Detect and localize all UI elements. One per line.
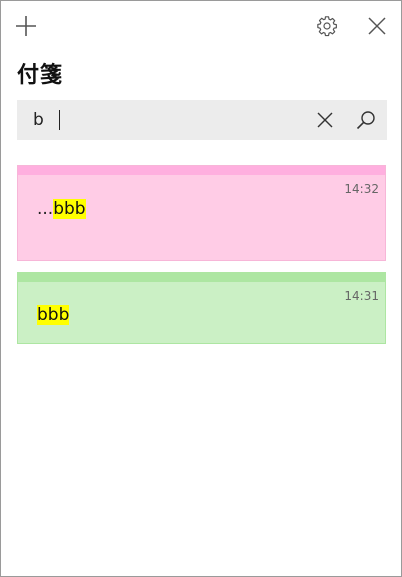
note-timestamp: 14:31 — [344, 289, 379, 303]
sticky-notes-window: 付箋 14:32 ...bbb 14:31 bbb — [0, 0, 402, 577]
search-box — [17, 100, 387, 140]
settings-button[interactable] — [310, 9, 344, 43]
search-highlight: bbb — [37, 305, 70, 325]
note-card[interactable]: 14:32 ...bbb — [17, 165, 386, 261]
close-icon — [368, 17, 386, 35]
note-text: bbb — [37, 305, 70, 325]
close-window-button[interactable] — [360, 9, 394, 43]
note-color-bar — [18, 166, 385, 175]
note-text: ...bbb — [37, 199, 86, 219]
close-icon — [317, 112, 333, 128]
plus-icon — [16, 16, 36, 36]
note-card[interactable]: 14:31 bbb — [17, 272, 386, 344]
gear-icon — [317, 16, 337, 37]
search-icon — [356, 111, 375, 130]
note-timestamp: 14:32 — [344, 182, 379, 196]
note-color-bar — [18, 273, 385, 282]
text-caret — [59, 110, 60, 130]
search-highlight: bbb — [53, 199, 86, 219]
title-bar — [1, 1, 401, 53]
app-title: 付箋 — [17, 63, 64, 88]
search-button[interactable] — [349, 103, 383, 137]
add-note-button[interactable] — [9, 9, 43, 43]
note-text-prefix: ... — [37, 199, 54, 219]
clear-search-button[interactable] — [308, 103, 342, 137]
